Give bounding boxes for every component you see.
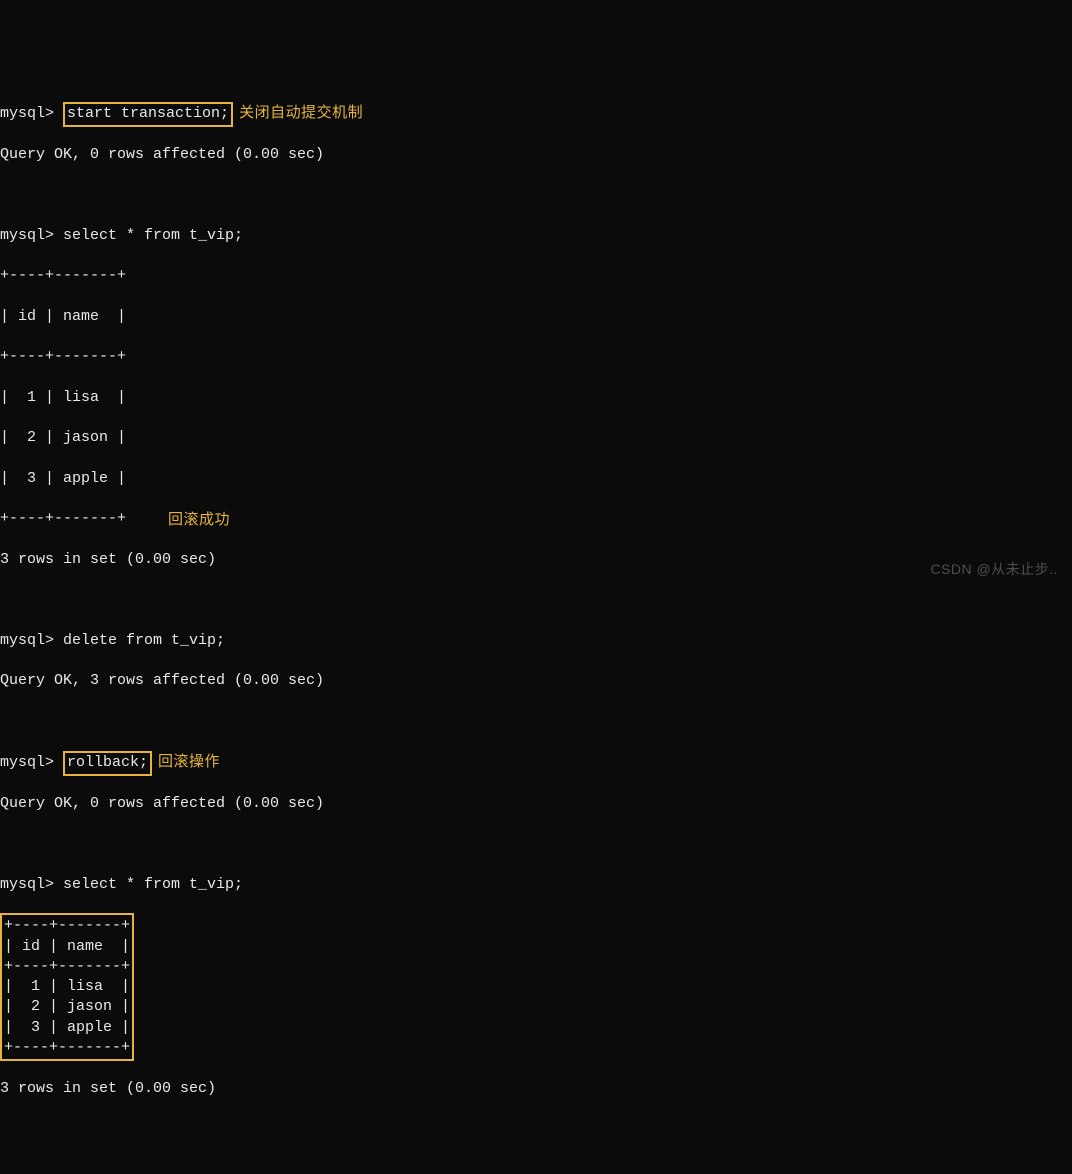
cmd-start-transaction: start transaction; bbox=[67, 105, 229, 122]
response-2: 3 rows in set (0.00 sec) bbox=[0, 550, 1072, 570]
cmd-delete: delete from t_vip; bbox=[63, 632, 225, 649]
annotation-4: 回滚操作 bbox=[158, 752, 220, 772]
blank bbox=[0, 590, 1072, 610]
highlight-table2: +----+-------+ | id | name | +----+-----… bbox=[0, 913, 134, 1061]
cmd-line-3: mysql> delete from t_vip; bbox=[0, 631, 1072, 651]
table2-line: | 3 | apple | bbox=[4, 1019, 130, 1036]
table1-row: | 2 | jason | bbox=[0, 428, 1072, 448]
terminal-output: mysql> start transaction; 关闭自动提交机制 Query … bbox=[0, 81, 1072, 1120]
table1-border-bot: +----+-------+ bbox=[0, 509, 1072, 529]
table1-sep: +----+-------+ bbox=[0, 347, 1072, 367]
blank bbox=[0, 834, 1072, 854]
table1-row: | 1 | lisa | bbox=[0, 388, 1072, 408]
cmd-select-2: select * from t_vip; bbox=[63, 876, 243, 893]
table2-line: | id | name | bbox=[4, 938, 130, 955]
table2-line: | 2 | jason | bbox=[4, 998, 130, 1015]
response-1: Query OK, 0 rows affected (0.00 sec) bbox=[0, 145, 1072, 165]
response-3: Query OK, 3 rows affected (0.00 sec) bbox=[0, 671, 1072, 691]
table2-line: +----+-------+ bbox=[4, 917, 130, 934]
prompt: mysql> bbox=[0, 632, 54, 649]
table2-line: +----+-------+ bbox=[4, 1039, 130, 1056]
cmd-line-4: mysql> rollback; 回滚操作 bbox=[0, 752, 1072, 773]
highlight-rollback: rollback; bbox=[63, 751, 152, 775]
cmd-rollback: rollback; bbox=[67, 754, 148, 771]
prompt: mysql> bbox=[0, 105, 54, 122]
cmd-line-2: mysql> select * from t_vip; bbox=[0, 226, 1072, 246]
table2-line: +----+-------+ bbox=[4, 958, 130, 975]
prompt: mysql> bbox=[0, 876, 54, 893]
response-4: Query OK, 0 rows affected (0.00 sec) bbox=[0, 794, 1072, 814]
table1-row: | 3 | apple | bbox=[0, 469, 1072, 489]
highlight-start-transaction: start transaction; bbox=[63, 102, 233, 126]
watermark: CSDN @从未止步.. bbox=[930, 560, 1058, 579]
response-5: 3 rows in set (0.00 sec) bbox=[0, 1079, 1072, 1099]
table1-border-top: +----+-------+ bbox=[0, 266, 1072, 286]
prompt: mysql> bbox=[0, 227, 54, 244]
blank bbox=[0, 712, 1072, 732]
prompt: mysql> bbox=[0, 754, 54, 771]
blank bbox=[0, 185, 1072, 205]
cmd-line-1: mysql> start transaction; 关闭自动提交机制 bbox=[0, 103, 1072, 124]
cmd-select-1: select * from t_vip; bbox=[63, 227, 243, 244]
annotation-1: 关闭自动提交机制 bbox=[239, 103, 363, 123]
table1-header: | id | name | bbox=[0, 307, 1072, 327]
table2-line: | 1 | lisa | bbox=[4, 978, 130, 995]
cmd-line-5: mysql> select * from t_vip; bbox=[0, 875, 1072, 895]
annotation-5: 回滚成功 bbox=[168, 510, 230, 530]
table2-wrapper: +----+-------+ | id | name | +----+-----… bbox=[0, 915, 1072, 1059]
